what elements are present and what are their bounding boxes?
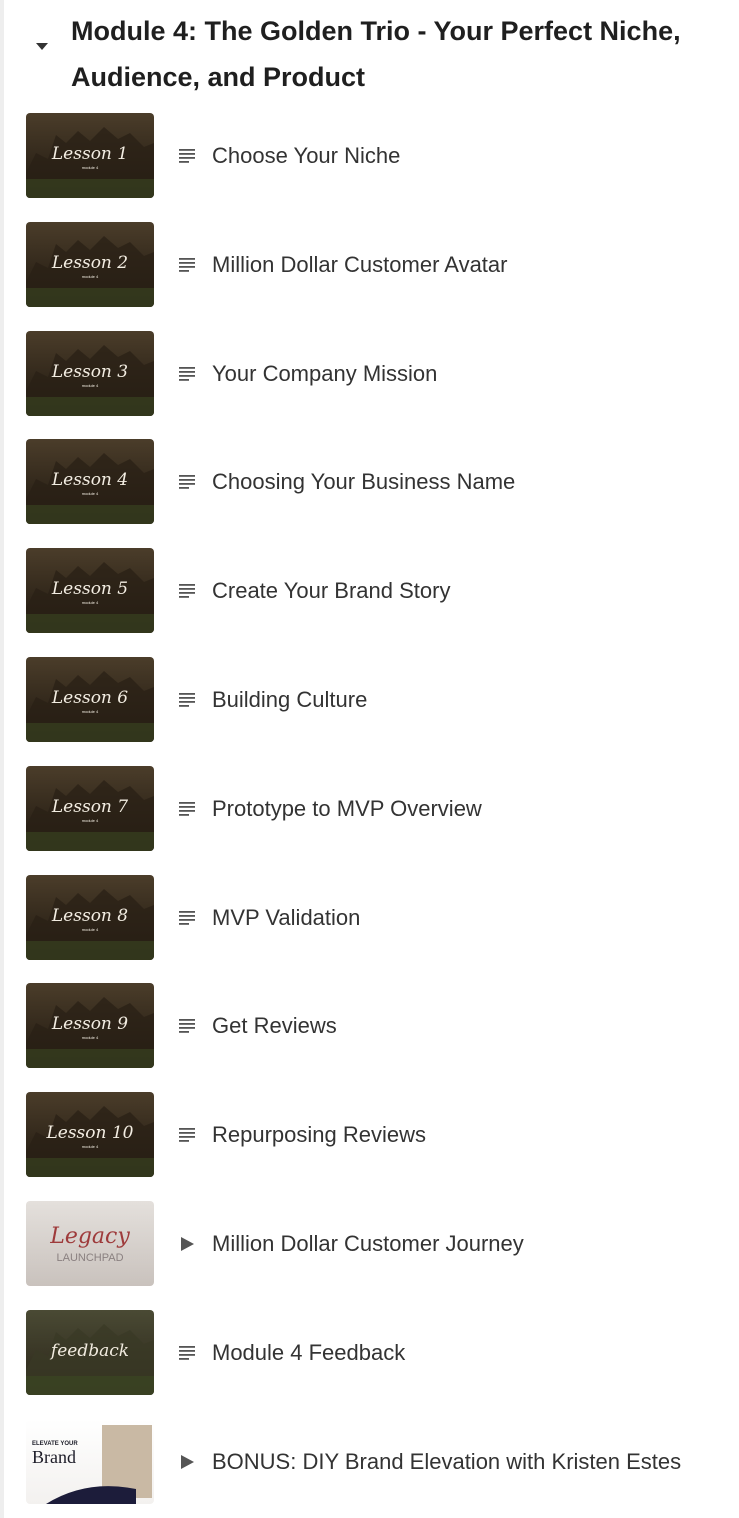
lesson-thumbnail[interactable]: Lesson 9 module 4	[26, 983, 154, 1068]
lesson-thumbnail[interactable]: Brand ELEVATE YOUR	[26, 1419, 154, 1504]
lesson-row[interactable]: Lesson 7 module 4 Prototype to MVP Overvie…	[26, 766, 731, 852]
text-lines-icon	[179, 692, 195, 708]
text-lines-icon	[179, 801, 195, 817]
lesson-row[interactable]: Legacy LAUNCHPAD Million Dollar Customer J…	[26, 1201, 731, 1287]
text-lines-icon	[179, 910, 195, 926]
lesson-title[interactable]: Create Your Brand Story	[212, 548, 450, 634]
lesson-row[interactable]: Lesson 4 module 4 Choosing Your Business N…	[26, 439, 731, 525]
lesson-row[interactable]: Lesson 3 module 4 Your Company Mission	[26, 331, 731, 417]
left-border	[0, 0, 4, 1518]
lesson-thumbnail[interactable]: Legacy LAUNCHPAD	[26, 1201, 154, 1286]
text-lines-icon	[179, 148, 195, 164]
svg-text:module 4: module 4	[82, 709, 99, 714]
lesson-title[interactable]: MVP Validation	[212, 875, 360, 961]
lesson-title[interactable]: Million Dollar Customer Journey	[212, 1201, 524, 1287]
lesson-thumbnail[interactable]: Lesson 3 module 4	[26, 331, 154, 416]
module-header[interactable]: Module 4: The Golden Trio - Your Perfect…	[0, 0, 739, 100]
lesson-title[interactable]: Repurposing Reviews	[212, 1092, 426, 1178]
svg-text:LAUNCHPAD: LAUNCHPAD	[56, 1252, 123, 1264]
lesson-thumbnail[interactable]: Lesson 1 module 4	[26, 113, 154, 198]
svg-text:module 4: module 4	[82, 927, 99, 932]
svg-text:Lesson 3: Lesson 3	[51, 362, 128, 382]
svg-text:Lesson 4: Lesson 4	[51, 470, 128, 490]
lesson-row[interactable]: Lesson 10 module 4 Repurposing Reviews	[26, 1092, 731, 1178]
svg-text:module 4: module 4	[82, 818, 99, 823]
lesson-thumbnail[interactable]: Lesson 4 module 4	[26, 439, 154, 524]
lesson-thumbnail[interactable]: Lesson 8 module 4	[26, 875, 154, 960]
svg-text:Brand: Brand	[32, 1447, 76, 1467]
play-icon	[179, 1236, 195, 1252]
svg-text:module 4: module 4	[82, 165, 99, 170]
svg-text:Lesson 6: Lesson 6	[51, 688, 128, 708]
svg-text:Lesson 9: Lesson 9	[51, 1014, 128, 1034]
lesson-thumbnail[interactable]: feedback	[26, 1310, 154, 1395]
svg-text:feedback: feedback	[49, 1341, 129, 1361]
svg-text:Lesson 1: Lesson 1	[51, 144, 128, 164]
text-lines-icon	[179, 366, 195, 382]
collapse-caret-icon[interactable]	[36, 43, 48, 50]
lesson-title[interactable]: Prototype to MVP Overview	[212, 766, 482, 852]
text-lines-icon	[179, 1018, 195, 1034]
lesson-row[interactable]: Lesson 5 module 4 Create Your Brand Story	[26, 548, 731, 634]
lesson-thumbnail[interactable]: Lesson 6 module 4	[26, 657, 154, 742]
lesson-title[interactable]: Building Culture	[212, 657, 367, 743]
lesson-title[interactable]: Your Company Mission	[212, 331, 437, 417]
text-lines-icon	[179, 257, 195, 273]
text-lines-icon	[179, 474, 195, 490]
svg-text:module 4: module 4	[82, 383, 99, 388]
svg-text:module 4: module 4	[82, 600, 99, 605]
svg-text:Lesson 5: Lesson 5	[51, 579, 128, 599]
svg-text:Legacy: Legacy	[49, 1224, 130, 1249]
svg-text:Lesson 8: Lesson 8	[51, 906, 128, 926]
lesson-thumbnail[interactable]: Lesson 2 module 4	[26, 222, 154, 307]
lesson-title[interactable]: BONUS: DIY Brand Elevation with Kristen …	[212, 1419, 681, 1505]
text-lines-icon	[179, 1345, 195, 1361]
svg-text:Lesson 10: Lesson 10	[45, 1123, 133, 1143]
lesson-row[interactable]: Lesson 8 module 4 MVP Validation	[26, 875, 731, 961]
lesson-title[interactable]: Million Dollar Customer Avatar	[212, 222, 507, 308]
lesson-thumbnail[interactable]: Lesson 7 module 4	[26, 766, 154, 851]
lesson-thumbnail[interactable]: Lesson 10 module 4	[26, 1092, 154, 1177]
play-icon	[179, 1454, 195, 1470]
lesson-title[interactable]: Choose Your Niche	[212, 113, 400, 199]
lesson-title[interactable]: Get Reviews	[212, 983, 337, 1069]
lesson-title[interactable]: Module 4 Feedback	[212, 1310, 405, 1396]
lesson-row[interactable]: Lesson 9 module 4 Get Reviews	[26, 983, 731, 1069]
svg-text:module 4: module 4	[82, 1035, 99, 1040]
text-lines-icon	[179, 1127, 195, 1143]
svg-text:Lesson 7: Lesson 7	[51, 797, 128, 817]
text-lines-icon	[179, 583, 195, 599]
lesson-row[interactable]: Lesson 2 module 4 Million Dollar Customer …	[26, 222, 731, 308]
lesson-title[interactable]: Choosing Your Business Name	[212, 439, 515, 525]
lesson-row[interactable]: feedback Module 4 Feedback	[26, 1310, 731, 1396]
lesson-thumbnail[interactable]: Lesson 5 module 4	[26, 548, 154, 633]
svg-text:ELEVATE YOUR: ELEVATE YOUR	[32, 1441, 78, 1447]
lesson-row[interactable]: Lesson 1 module 4 Choose Your Niche	[26, 113, 731, 199]
svg-text:module 4: module 4	[82, 274, 99, 279]
svg-text:Lesson 2: Lesson 2	[51, 253, 128, 273]
module-title: Module 4: The Golden Trio - Your Perfect…	[71, 16, 681, 92]
lesson-row[interactable]: Lesson 6 module 4 Building Culture	[26, 657, 731, 743]
svg-text:module 4: module 4	[82, 1144, 99, 1149]
lesson-row[interactable]: Brand ELEVATE YOUR BONUS: DIY Brand Elevat…	[26, 1419, 731, 1505]
svg-text:module 4: module 4	[82, 491, 99, 496]
